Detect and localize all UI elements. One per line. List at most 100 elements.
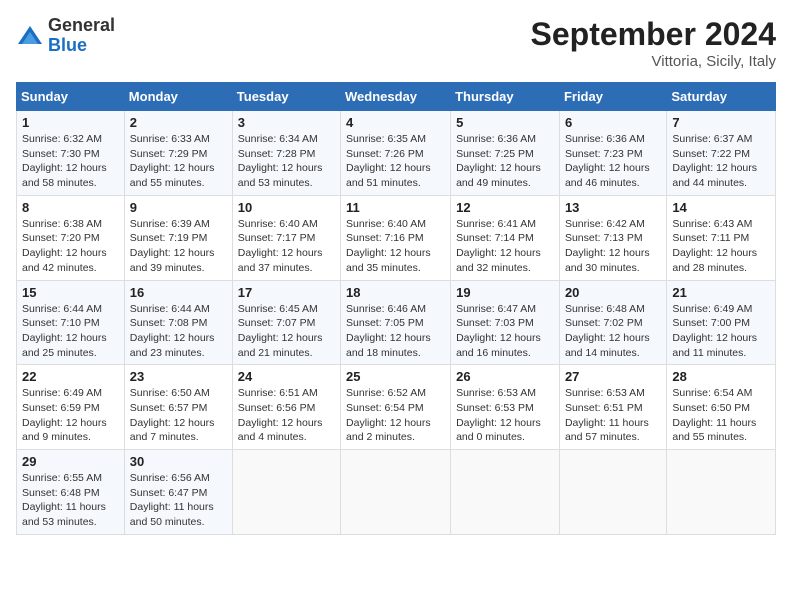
day-info: Sunrise: 6:48 AM Sunset: 7:02 PM Dayligh… xyxy=(565,302,661,361)
calendar-cell: 14 Sunrise: 6:43 AM Sunset: 7:11 PM Dayli… xyxy=(667,195,776,280)
day-info: Sunrise: 6:43 AM Sunset: 7:11 PM Dayligh… xyxy=(672,217,770,276)
day-info: Sunrise: 6:49 AM Sunset: 6:59 PM Dayligh… xyxy=(22,386,119,445)
calendar-cell: 19 Sunrise: 6:47 AM Sunset: 7:03 PM Dayli… xyxy=(451,280,560,365)
day-number: 17 xyxy=(238,285,335,300)
calendar-cell: 1 Sunrise: 6:32 AM Sunset: 7:30 PM Daylig… xyxy=(17,111,125,196)
day-number: 30 xyxy=(130,454,227,469)
calendar-cell: 10 Sunrise: 6:40 AM Sunset: 7:17 PM Dayli… xyxy=(232,195,340,280)
calendar-cell: 3 Sunrise: 6:34 AM Sunset: 7:28 PM Daylig… xyxy=(232,111,340,196)
day-header-row: SundayMondayTuesdayWednesdayThursdayFrid… xyxy=(17,83,776,111)
calendar-cell: 23 Sunrise: 6:50 AM Sunset: 6:57 PM Dayli… xyxy=(124,365,232,450)
location-subtitle: Vittoria, Sicily, Italy xyxy=(531,53,776,70)
calendar-week-row: 15Sunrise: 6:44 AM Sunset: 7:10 PM Dayli… xyxy=(17,280,776,365)
day-info: Sunrise: 6:32 AM Sunset: 7:30 PM Dayligh… xyxy=(22,132,119,191)
calendar-cell: 29 Sunrise: 6:55 AM Sunset: 6:48 PM Dayli… xyxy=(17,450,125,535)
logo-general: General xyxy=(48,16,115,36)
calendar-cell xyxy=(559,450,666,535)
month-title: September 2024 xyxy=(531,16,776,53)
day-number: 5 xyxy=(456,115,554,130)
calendar-cell: 17 Sunrise: 6:45 AM Sunset: 7:07 PM Dayli… xyxy=(232,280,340,365)
day-number: 19 xyxy=(456,285,554,300)
day-number: 16 xyxy=(130,285,227,300)
calendar-cell: 24Sunrise: 6:51 AM Sunset: 6:56 PM Dayli… xyxy=(232,365,340,450)
day-info: Sunrise: 6:54 AM Sunset: 6:50 PM Dayligh… xyxy=(672,386,770,445)
day-info: Sunrise: 6:39 AM Sunset: 7:19 PM Dayligh… xyxy=(130,217,227,276)
day-number: 18 xyxy=(346,285,445,300)
day-info: Sunrise: 6:41 AM Sunset: 7:14 PM Dayligh… xyxy=(456,217,554,276)
day-info: Sunrise: 6:53 AM Sunset: 6:53 PM Dayligh… xyxy=(456,386,554,445)
day-number: 26 xyxy=(456,369,554,384)
calendar-cell: 2Sunrise: 6:33 AM Sunset: 7:29 PM Daylig… xyxy=(124,111,232,196)
day-info: Sunrise: 6:40 AM Sunset: 7:17 PM Dayligh… xyxy=(238,217,335,276)
calendar-cell: 8 Sunrise: 6:38 AM Sunset: 7:20 PM Daylig… xyxy=(17,195,125,280)
calendar-cell: 28 Sunrise: 6:54 AM Sunset: 6:50 PM Dayli… xyxy=(667,365,776,450)
day-number: 3 xyxy=(238,115,335,130)
day-number: 21 xyxy=(672,285,770,300)
calendar-cell xyxy=(667,450,776,535)
day-info: Sunrise: 6:38 AM Sunset: 7:20 PM Dayligh… xyxy=(22,217,119,276)
calendar-cell: 9 Sunrise: 6:39 AM Sunset: 7:19 PM Daylig… xyxy=(124,195,232,280)
day-info: Sunrise: 6:55 AM Sunset: 6:48 PM Dayligh… xyxy=(22,471,119,530)
day-info: Sunrise: 6:46 AM Sunset: 7:05 PM Dayligh… xyxy=(346,302,445,361)
day-number: 25 xyxy=(346,369,445,384)
day-number: 11 xyxy=(346,200,445,215)
day-info: Sunrise: 6:50 AM Sunset: 6:57 PM Dayligh… xyxy=(130,386,227,445)
calendar-cell xyxy=(451,450,560,535)
day-of-week-header: Saturday xyxy=(667,83,776,111)
day-info: Sunrise: 6:34 AM Sunset: 7:28 PM Dayligh… xyxy=(238,132,335,191)
day-number: 27 xyxy=(565,369,661,384)
day-info: Sunrise: 6:36 AM Sunset: 7:25 PM Dayligh… xyxy=(456,132,554,191)
calendar-week-row: 8 Sunrise: 6:38 AM Sunset: 7:20 PM Daylig… xyxy=(17,195,776,280)
day-number: 12 xyxy=(456,200,554,215)
title-block: September 2024 Vittoria, Sicily, Italy xyxy=(531,16,776,70)
day-info: Sunrise: 6:35 AM Sunset: 7:26 PM Dayligh… xyxy=(346,132,445,191)
day-of-week-header: Monday xyxy=(124,83,232,111)
day-info: Sunrise: 6:47 AM Sunset: 7:03 PM Dayligh… xyxy=(456,302,554,361)
calendar-week-row: 29 Sunrise: 6:55 AM Sunset: 6:48 PM Dayli… xyxy=(17,450,776,535)
calendar-cell xyxy=(232,450,340,535)
day-info: Sunrise: 6:40 AM Sunset: 7:16 PM Dayligh… xyxy=(346,217,445,276)
day-info: Sunrise: 6:44 AM Sunset: 7:10 PM Dayligh… xyxy=(22,302,119,361)
day-number: 23 xyxy=(130,369,227,384)
calendar-table: SundayMondayTuesdayWednesdayThursdayFrid… xyxy=(16,82,776,535)
day-number: 7 xyxy=(672,115,770,130)
day-of-week-header: Tuesday xyxy=(232,83,340,111)
logo-blue: Blue xyxy=(48,36,115,56)
day-info: Sunrise: 6:45 AM Sunset: 7:07 PM Dayligh… xyxy=(238,302,335,361)
calendar-cell: 6 Sunrise: 6:36 AM Sunset: 7:23 PM Daylig… xyxy=(559,111,666,196)
calendar-cell: 5 Sunrise: 6:36 AM Sunset: 7:25 PM Daylig… xyxy=(451,111,560,196)
calendar-cell: 21Sunrise: 6:49 AM Sunset: 7:00 PM Dayli… xyxy=(667,280,776,365)
calendar-cell: 7 Sunrise: 6:37 AM Sunset: 7:22 PM Daylig… xyxy=(667,111,776,196)
calendar-week-row: 1 Sunrise: 6:32 AM Sunset: 7:30 PM Daylig… xyxy=(17,111,776,196)
day-number: 13 xyxy=(565,200,661,215)
day-number: 2 xyxy=(130,115,227,130)
day-number: 10 xyxy=(238,200,335,215)
calendar-cell: 15Sunrise: 6:44 AM Sunset: 7:10 PM Dayli… xyxy=(17,280,125,365)
day-number: 28 xyxy=(672,369,770,384)
day-of-week-header: Friday xyxy=(559,83,666,111)
day-info: Sunrise: 6:51 AM Sunset: 6:56 PM Dayligh… xyxy=(238,386,335,445)
calendar-cell: 22 Sunrise: 6:49 AM Sunset: 6:59 PM Dayli… xyxy=(17,365,125,450)
day-number: 9 xyxy=(130,200,227,215)
calendar-cell: 12 Sunrise: 6:41 AM Sunset: 7:14 PM Dayli… xyxy=(451,195,560,280)
calendar-week-row: 22 Sunrise: 6:49 AM Sunset: 6:59 PM Dayli… xyxy=(17,365,776,450)
day-info: Sunrise: 6:36 AM Sunset: 7:23 PM Dayligh… xyxy=(565,132,661,191)
day-info: Sunrise: 6:53 AM Sunset: 6:51 PM Dayligh… xyxy=(565,386,661,445)
day-number: 1 xyxy=(22,115,119,130)
day-info: Sunrise: 6:42 AM Sunset: 7:13 PM Dayligh… xyxy=(565,217,661,276)
day-number: 29 xyxy=(22,454,119,469)
day-number: 20 xyxy=(565,285,661,300)
calendar-cell: 18 Sunrise: 6:46 AM Sunset: 7:05 PM Dayli… xyxy=(341,280,451,365)
day-number: 22 xyxy=(22,369,119,384)
day-number: 8 xyxy=(22,200,119,215)
page-header: General Blue September 2024 Vittoria, Si… xyxy=(16,16,776,70)
calendar-cell: 16Sunrise: 6:44 AM Sunset: 7:08 PM Dayli… xyxy=(124,280,232,365)
calendar-cell: 20 Sunrise: 6:48 AM Sunset: 7:02 PM Dayli… xyxy=(559,280,666,365)
day-number: 14 xyxy=(672,200,770,215)
calendar-cell xyxy=(341,450,451,535)
day-number: 6 xyxy=(565,115,661,130)
calendar-cell: 27 Sunrise: 6:53 AM Sunset: 6:51 PM Dayli… xyxy=(559,365,666,450)
calendar-cell: 25Sunrise: 6:52 AM Sunset: 6:54 PM Dayli… xyxy=(341,365,451,450)
day-of-week-header: Sunday xyxy=(17,83,125,111)
day-info: Sunrise: 6:37 AM Sunset: 7:22 PM Dayligh… xyxy=(672,132,770,191)
